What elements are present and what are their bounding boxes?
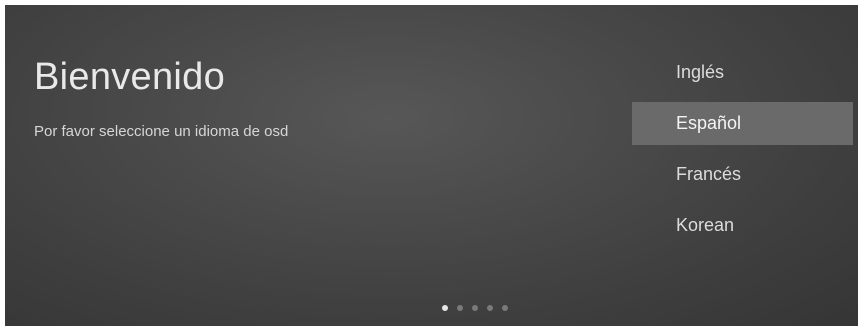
setup-wizard-screen: Bienvenido Por favor seleccione un idiom… [5,5,858,326]
page-indicator [442,305,508,311]
language-list: Inglés Español Francés Korean [632,51,853,255]
language-option-espanol[interactable]: Español [632,102,853,145]
language-option-ingles[interactable]: Inglés [632,51,853,94]
language-option-frances[interactable]: Francés [632,153,853,196]
welcome-title: Bienvenido [34,56,226,98]
language-option-korean[interactable]: Korean [632,204,853,247]
page-dot-5 [502,305,508,311]
page-dot-3 [472,305,478,311]
welcome-subtitle: Por favor seleccione un idioma de osd [34,123,289,140]
page-dot-1 [442,305,448,311]
page-dot-2 [457,305,463,311]
page-dot-4 [487,305,493,311]
